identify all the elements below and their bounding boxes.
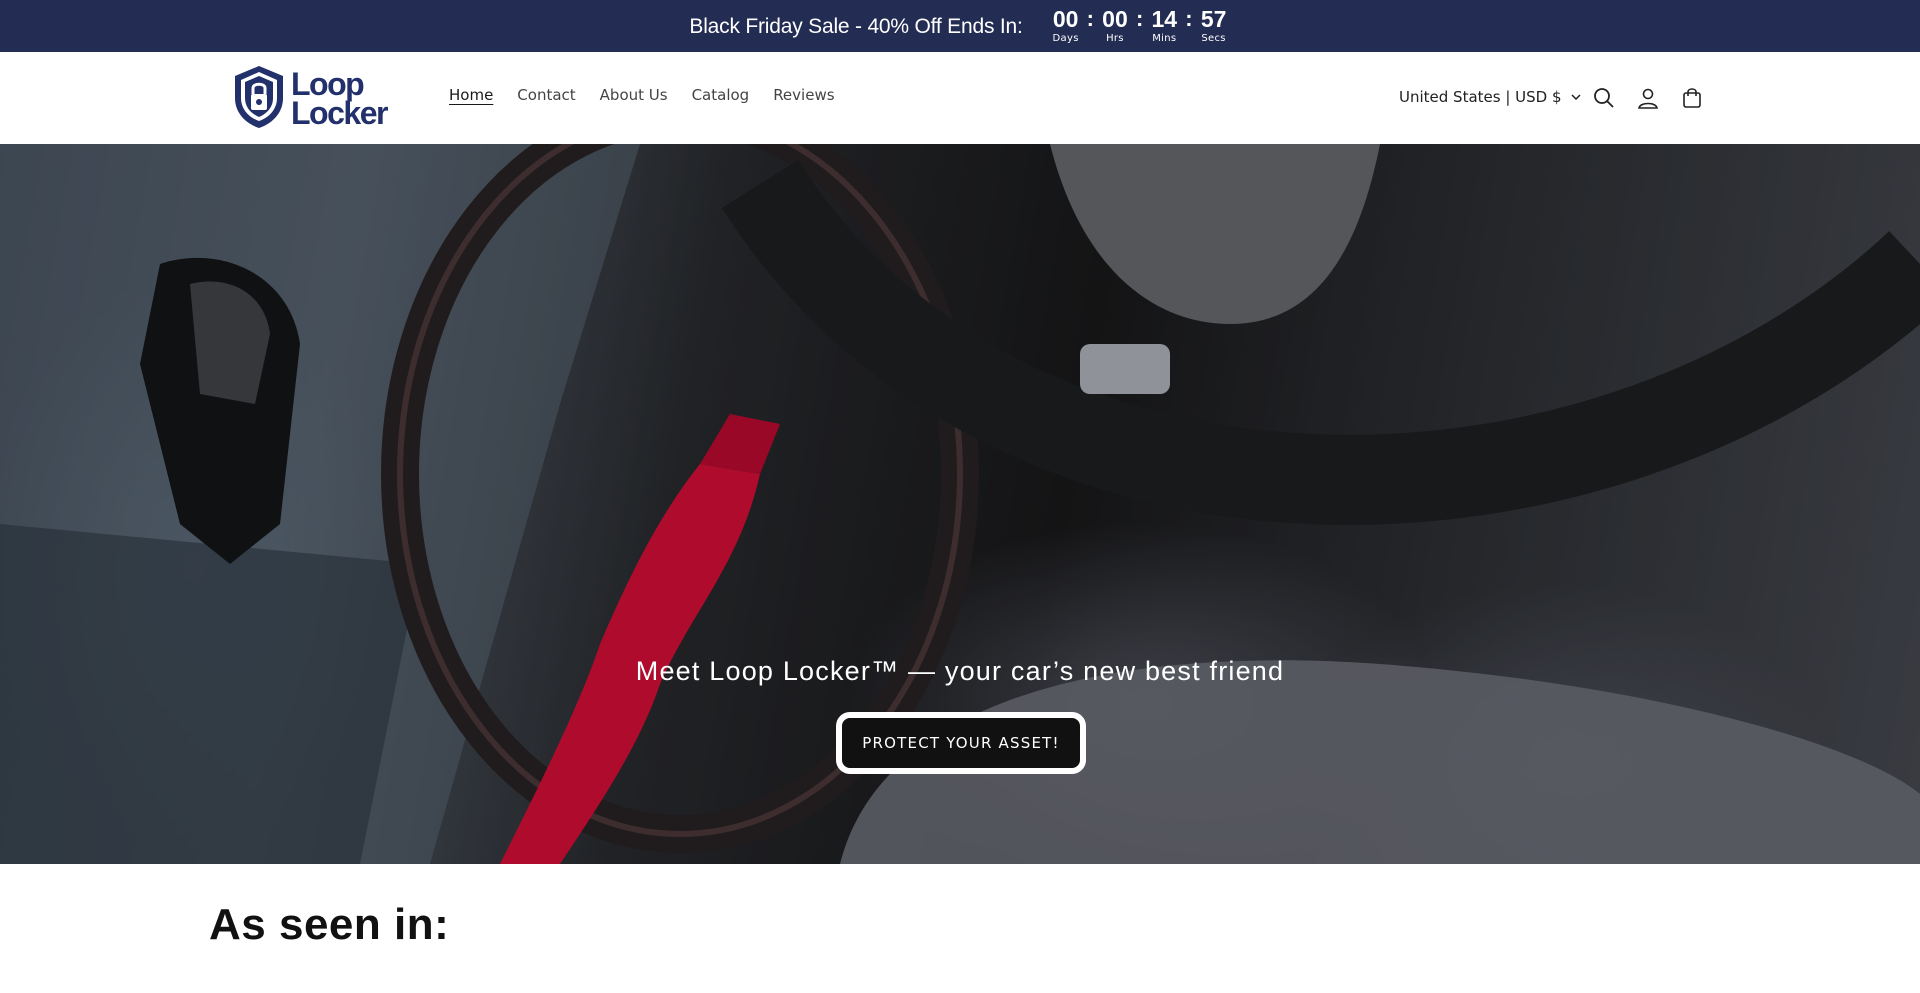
timer-minutes: 14 Mins (1147, 5, 1181, 45)
main-nav: Home Contact About Us Catalog Reviews (449, 86, 859, 104)
timer-minutes-value: 14 (1151, 5, 1178, 32)
timer-seconds: 57 Secs (1197, 5, 1231, 45)
chevron-down-icon (1571, 94, 1581, 100)
padlock-icon (231, 64, 287, 134)
logo-link[interactable]: Loop Locker (231, 66, 391, 132)
timer-days: 00 Days (1049, 5, 1083, 45)
hero-title: Meet Loop Locker™ — your car’s new best … (635, 656, 1285, 686)
country-selector-label: United States | USD $ (1399, 88, 1562, 106)
timer-hours-value: 00 (1102, 5, 1128, 32)
announcement-text: Black Friday Sale - 40% Off Ends In: (689, 15, 1023, 38)
nav-home[interactable]: Home (449, 86, 493, 104)
country-selector[interactable]: United States | USD $ (1399, 88, 1581, 106)
account-icon[interactable] (1634, 84, 1662, 112)
nav-contact[interactable]: Contact (517, 86, 575, 104)
logo-wordmark: Loop Locker (291, 68, 388, 131)
nav-reviews[interactable]: Reviews (773, 86, 834, 104)
search-icon[interactable] (1590, 84, 1618, 112)
protect-your-asset-button[interactable]: PROTECT YOUR ASSET! (836, 712, 1086, 774)
timer-days-value: 00 (1052, 5, 1079, 32)
timer-hours-label: Hrs (1106, 32, 1124, 44)
timer-separator: : (1135, 5, 1144, 31)
timer-minutes-label: Mins (1152, 32, 1177, 44)
timer-seconds-value: 57 (1200, 5, 1227, 32)
cart-icon[interactable] (1678, 84, 1706, 112)
timer-days-label: Days (1052, 32, 1079, 44)
countdown-timer: 00 Days : 00 Hrs : 14 Mins : 57 Secs (1049, 5, 1231, 45)
hero-banner: Meet Loop Locker™ — your car’s new best … (0, 144, 1920, 864)
announcement-bar: Black Friday Sale - 40% Off Ends In: 00 … (0, 0, 1920, 52)
nav-about-us[interactable]: About Us (600, 86, 668, 104)
site-header: Loop Locker Home Contact About Us Catalo… (0, 52, 1920, 144)
logo-line-2: Locker (291, 95, 388, 131)
timer-separator: : (1086, 5, 1094, 31)
timer-separator: : (1185, 5, 1193, 31)
timer-seconds-label: Secs (1201, 32, 1226, 44)
timer-hours: 00 Hrs (1098, 5, 1132, 45)
as-seen-in-heading: As seen in: (209, 900, 450, 949)
nav-catalog[interactable]: Catalog (692, 86, 750, 104)
